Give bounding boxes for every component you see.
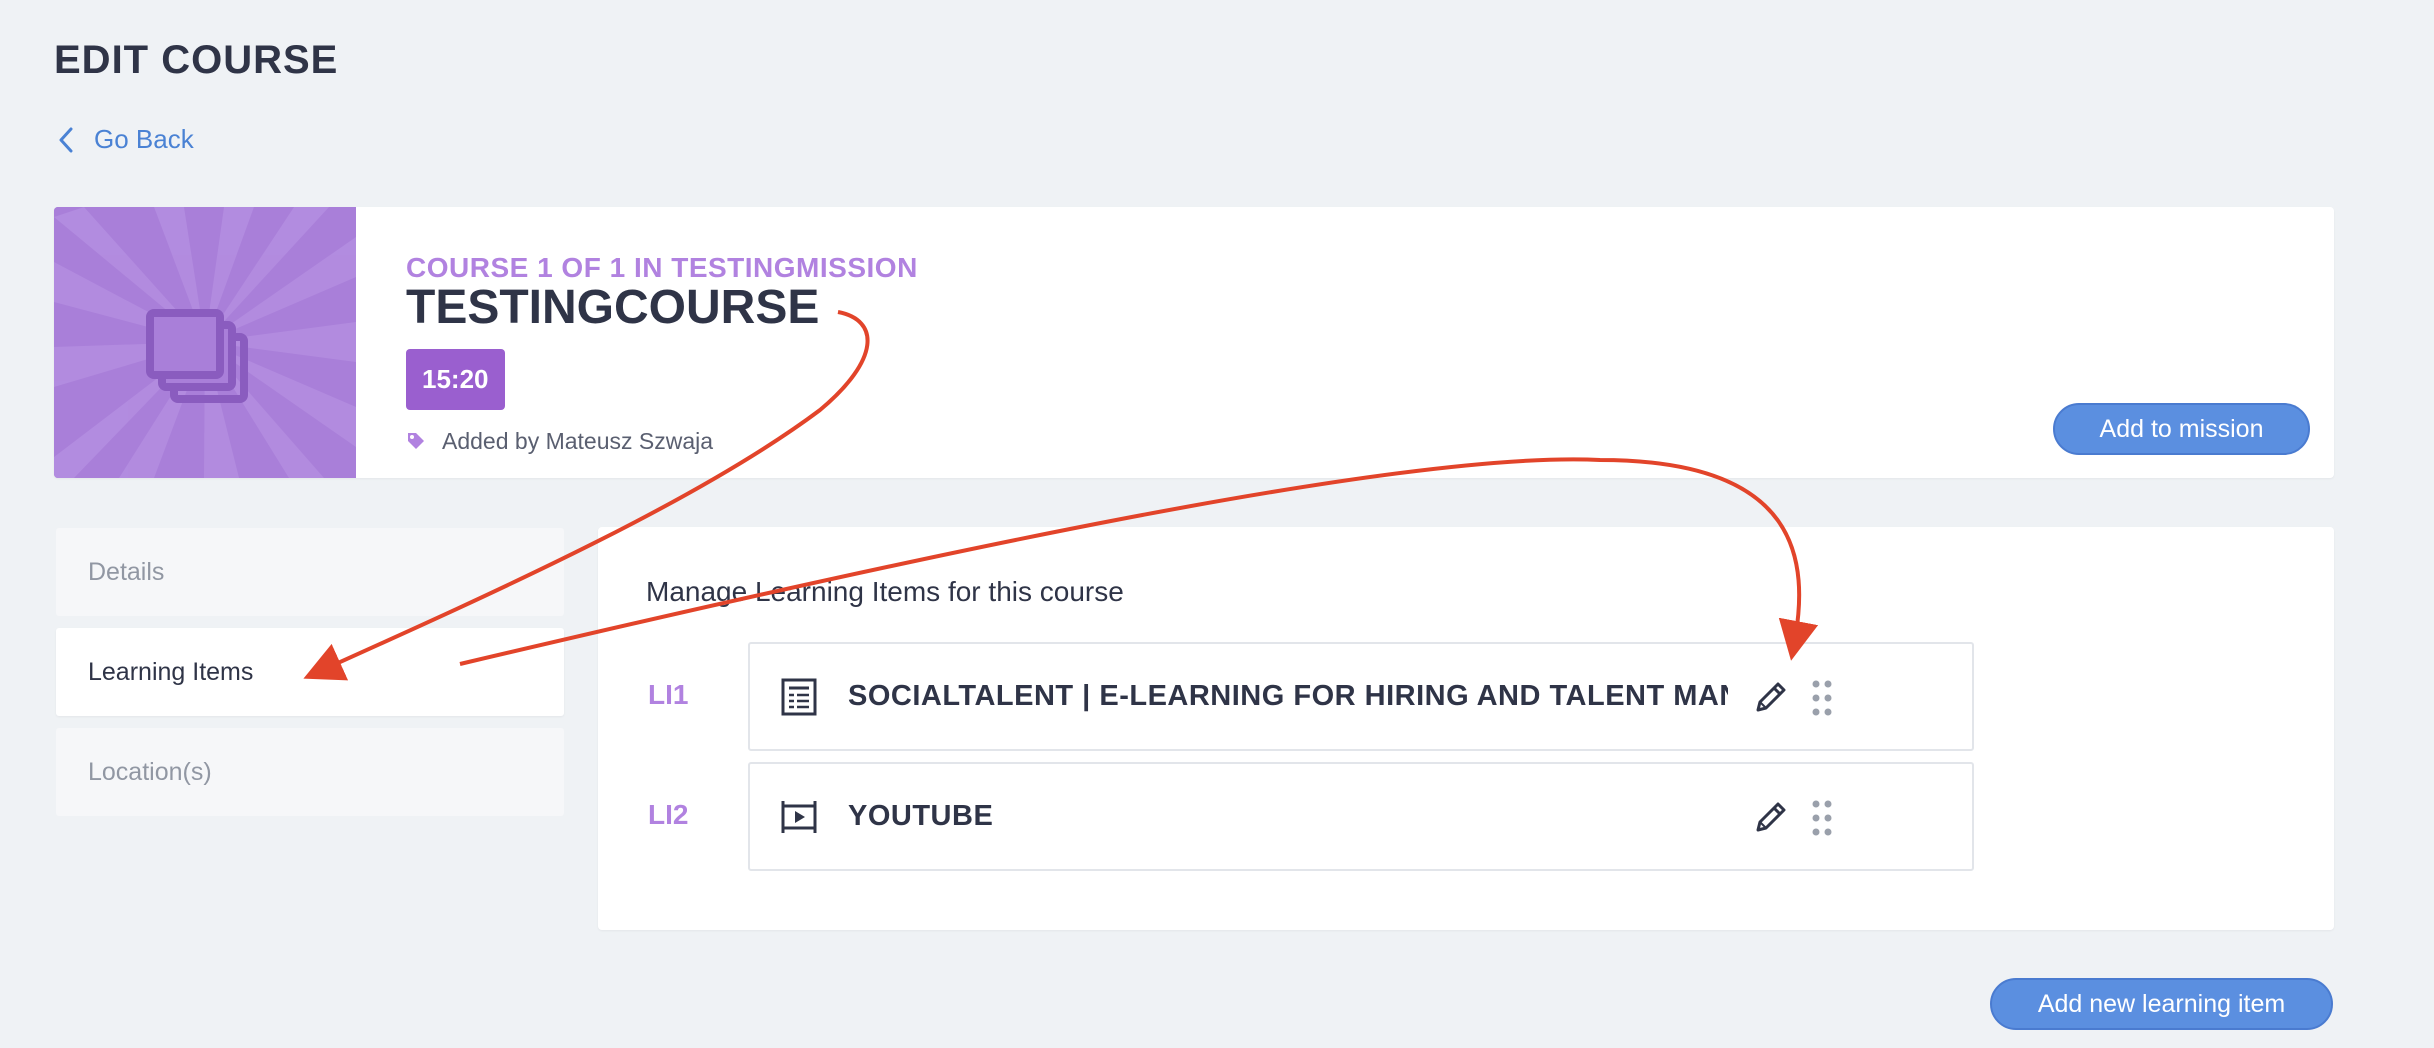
learning-item-title: SOCIALTALENT | E-LEARNING FOR HIRING AND… [848,680,1728,712]
course-header-card: COURSE 1 OF 1 IN TESTINGMISSION TESTINGC… [54,207,2334,478]
video-icon [781,801,817,833]
tab-learning-items[interactable]: Learning Items [56,628,564,716]
course-thumbnail [54,207,356,478]
go-back-link[interactable]: Go Back [56,124,194,155]
course-name: TESTINGCOURSE [406,281,820,334]
drag-handle-icon[interactable] [1810,798,1834,838]
add-new-learning-item-button[interactable]: Add new learning item [1990,978,2333,1030]
course-thumbnail-graphic [54,207,356,478]
added-by-row: Added by Mateusz Szwaja [406,428,918,455]
course-position-label: COURSE 1 OF 1 IN TESTINGMISSION [406,252,918,283]
tag-icon [408,433,424,450]
learning-item-code: LI1 [648,679,689,710]
pencil-icon[interactable] [1750,678,1790,718]
add-to-mission-button[interactable]: Add to mission [2053,403,2310,455]
tab-locations[interactable]: Location(s) [56,728,564,816]
go-back-label: Go Back [94,124,194,154]
page-title: EDIT COURSE [54,38,339,82]
pencil-icon[interactable] [1750,798,1790,838]
edit-course-page: EDIT COURSE Go Back COURSE 1 OF 1 IN TES… [0,0,2434,1048]
course-info: COURSE 1 OF 1 IN TESTINGMISSION TESTINGC… [406,252,918,455]
duration-badge: 15:20 [406,348,505,410]
learning-item-row[interactable]: YOUTUBE [748,762,1974,871]
chevron-left-icon [59,127,73,152]
learning-item-row[interactable]: SOCIALTALENT | E-LEARNING FOR HIRING AND… [748,642,1974,751]
document-icon [781,678,817,716]
panel-heading: Manage Learning Items for this course [646,576,1124,607]
learning-item-title: YOUTUBE [848,800,994,832]
drag-handle-icon[interactable] [1810,678,1834,718]
course-placeholder-icon [146,309,248,403]
learning-items-panel: Manage Learning Items for this course LI… [598,527,2334,930]
learning-item-code: LI2 [648,799,689,830]
added-by-text: Added by Mateusz Szwaja [442,427,714,454]
tab-details[interactable]: Details [56,528,564,616]
